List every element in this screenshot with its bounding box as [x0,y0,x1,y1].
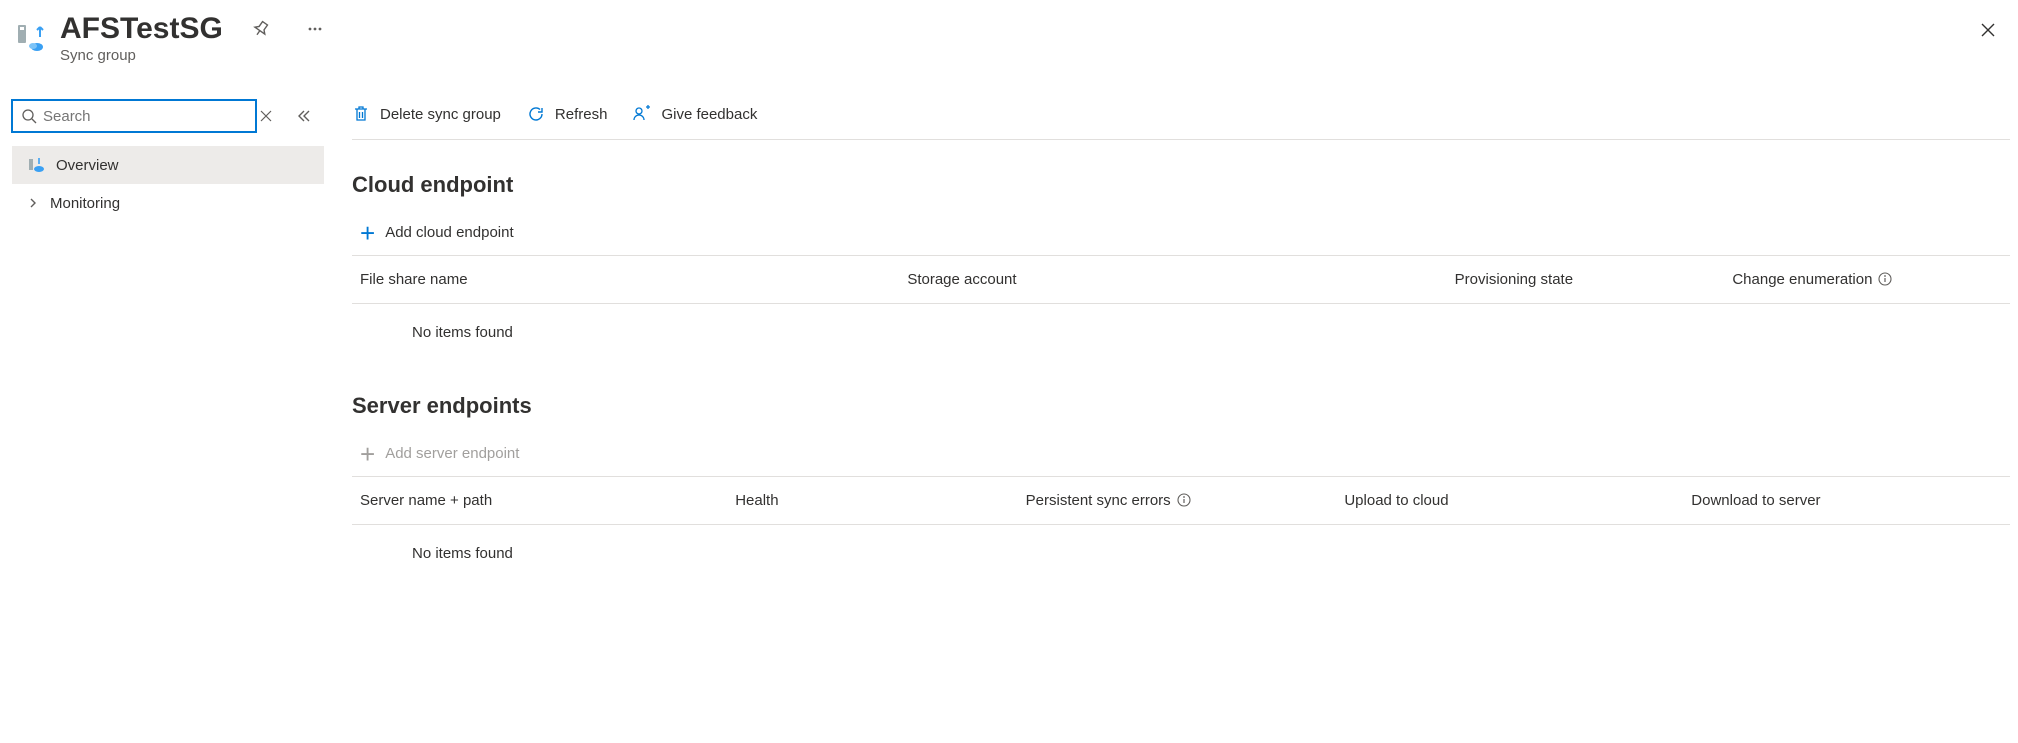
server-endpoints-empty: No items found [352,525,2010,562]
chevron-right-icon [26,198,40,208]
search-box[interactable] [12,100,256,132]
title-block: AFSTestSG Sync group [60,12,331,64]
sidebar-nav: Overview Monitoring [12,146,324,222]
give-feedback-button[interactable]: Give feedback [633,105,757,125]
info-icon[interactable] [1177,493,1193,509]
refresh-button[interactable]: Refresh [527,105,608,125]
col-storage-account[interactable]: Storage account [907,271,1446,288]
toolbar-label: Refresh [555,106,608,123]
info-icon[interactable] [1878,272,1894,288]
collapse-sidebar-button[interactable] [290,108,318,124]
ellipsis-icon [306,20,324,38]
sidebar-item-overview[interactable]: Overview [12,146,324,184]
delete-sync-group-button[interactable]: Delete sync group [352,105,501,125]
search-clear-button[interactable] [260,110,286,122]
more-button[interactable] [299,13,331,45]
search-icon [21,108,37,124]
toolbar: Delete sync group Refresh Give feedback [352,100,2010,140]
page-subtitle: Sync group [60,47,331,64]
sidebar: Overview Monitoring [12,100,324,222]
server-endpoints-section: Server endpoints + Add server endpoint S… [352,393,2010,562]
server-endpoints-columns: Server name + path Health Persistent syn… [352,477,2010,525]
col-server-name-path[interactable]: Server name + path [360,492,727,509]
col-change-enumeration[interactable]: Change enumeration [1732,271,2002,288]
add-server-endpoint-label: Add server endpoint [385,445,519,462]
trash-icon [352,105,372,125]
pin-button[interactable] [245,13,277,45]
add-cloud-endpoint-label: Add cloud endpoint [385,224,513,241]
cloud-endpoint-section: Cloud endpoint + Add cloud endpoint File… [352,172,2010,341]
feedback-icon [633,105,653,125]
close-icon [1979,21,1997,39]
chevron-double-left-icon [296,108,312,124]
page-title: AFSTestSG [60,12,223,45]
cloud-endpoint-heading: Cloud endpoint [352,172,2010,198]
overview-icon [26,156,46,174]
x-icon [260,110,272,122]
cloud-endpoint-columns: File share name Storage account Provisio… [352,256,2010,304]
sidebar-item-label: Overview [56,157,119,174]
add-server-endpoint-button: + Add server endpoint [352,431,2010,477]
search-input[interactable] [43,108,247,125]
pin-icon [252,20,270,38]
toolbar-label: Delete sync group [380,106,501,123]
close-button[interactable] [1972,14,2004,46]
col-upload-to-cloud[interactable]: Upload to cloud [1344,492,1683,509]
refresh-icon [527,105,547,125]
sidebar-item-label: Monitoring [50,195,120,212]
page-header: AFSTestSG Sync group [0,0,2018,70]
col-file-share-name[interactable]: File share name [360,271,899,288]
col-persistent-sync-errors[interactable]: Persistent sync errors [1026,492,1337,509]
server-endpoints-heading: Server endpoints [352,393,2010,419]
main-content: Delete sync group Refresh Give feedback … [324,100,2010,614]
col-download-to-server[interactable]: Download to server [1691,492,2002,509]
col-health[interactable]: Health [735,492,1017,509]
add-cloud-endpoint-button[interactable]: + Add cloud endpoint [352,210,2010,256]
cloud-endpoint-empty: No items found [352,304,2010,341]
toolbar-label: Give feedback [661,106,757,123]
sidebar-item-monitoring[interactable]: Monitoring [12,184,324,222]
sync-group-icon [16,21,50,55]
col-provisioning-state[interactable]: Provisioning state [1455,271,1725,288]
